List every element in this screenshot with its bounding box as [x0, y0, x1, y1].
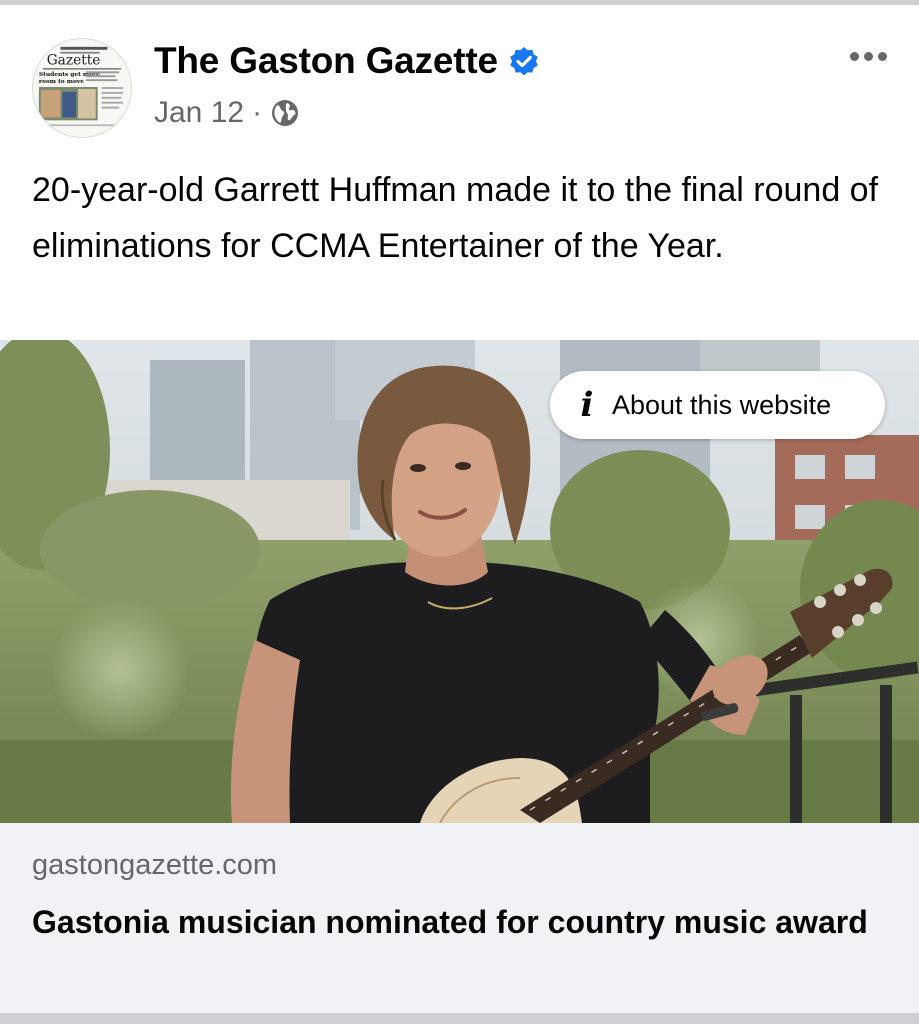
- about-this-website-button[interactable]: i About this website: [550, 371, 885, 439]
- more-dot: [863, 51, 873, 61]
- verified-badge-icon: [510, 47, 538, 76]
- link-domain: gastongazette.com: [32, 849, 278, 881]
- meta-separator: ·: [252, 96, 263, 129]
- link-preview[interactable]: gastongazette.com Gastonia musician nomi…: [0, 823, 919, 1013]
- page-name-row: The Gaston Gazette: [154, 40, 540, 82]
- info-icon: i: [580, 385, 594, 425]
- bottom-divider: [0, 1013, 919, 1024]
- more-options-icon[interactable]: [840, 36, 896, 76]
- newspaper-thumbnail: Gazette Students get more room to move: [33, 39, 131, 137]
- page-avatar[interactable]: Gazette Students get more room to move: [32, 38, 132, 138]
- top-divider: [0, 0, 919, 5]
- more-dot: [877, 51, 887, 61]
- svg-text:room to move: room to move: [39, 78, 84, 85]
- globe-icon[interactable]: [270, 98, 300, 128]
- post-meta: Jan 12 ·: [154, 96, 300, 130]
- post-caption: 20-year-old Garrett Huffman made it to t…: [32, 171, 879, 265]
- post-date[interactable]: Jan 12: [154, 96, 244, 130]
- avatar-masthead: Gazette: [47, 52, 101, 68]
- about-this-website-label: About this website: [612, 389, 832, 420]
- link-title: Gastonia musician nominated for country …: [32, 904, 868, 940]
- page-name[interactable]: The Gaston Gazette: [154, 40, 498, 82]
- more-dot: [849, 51, 859, 61]
